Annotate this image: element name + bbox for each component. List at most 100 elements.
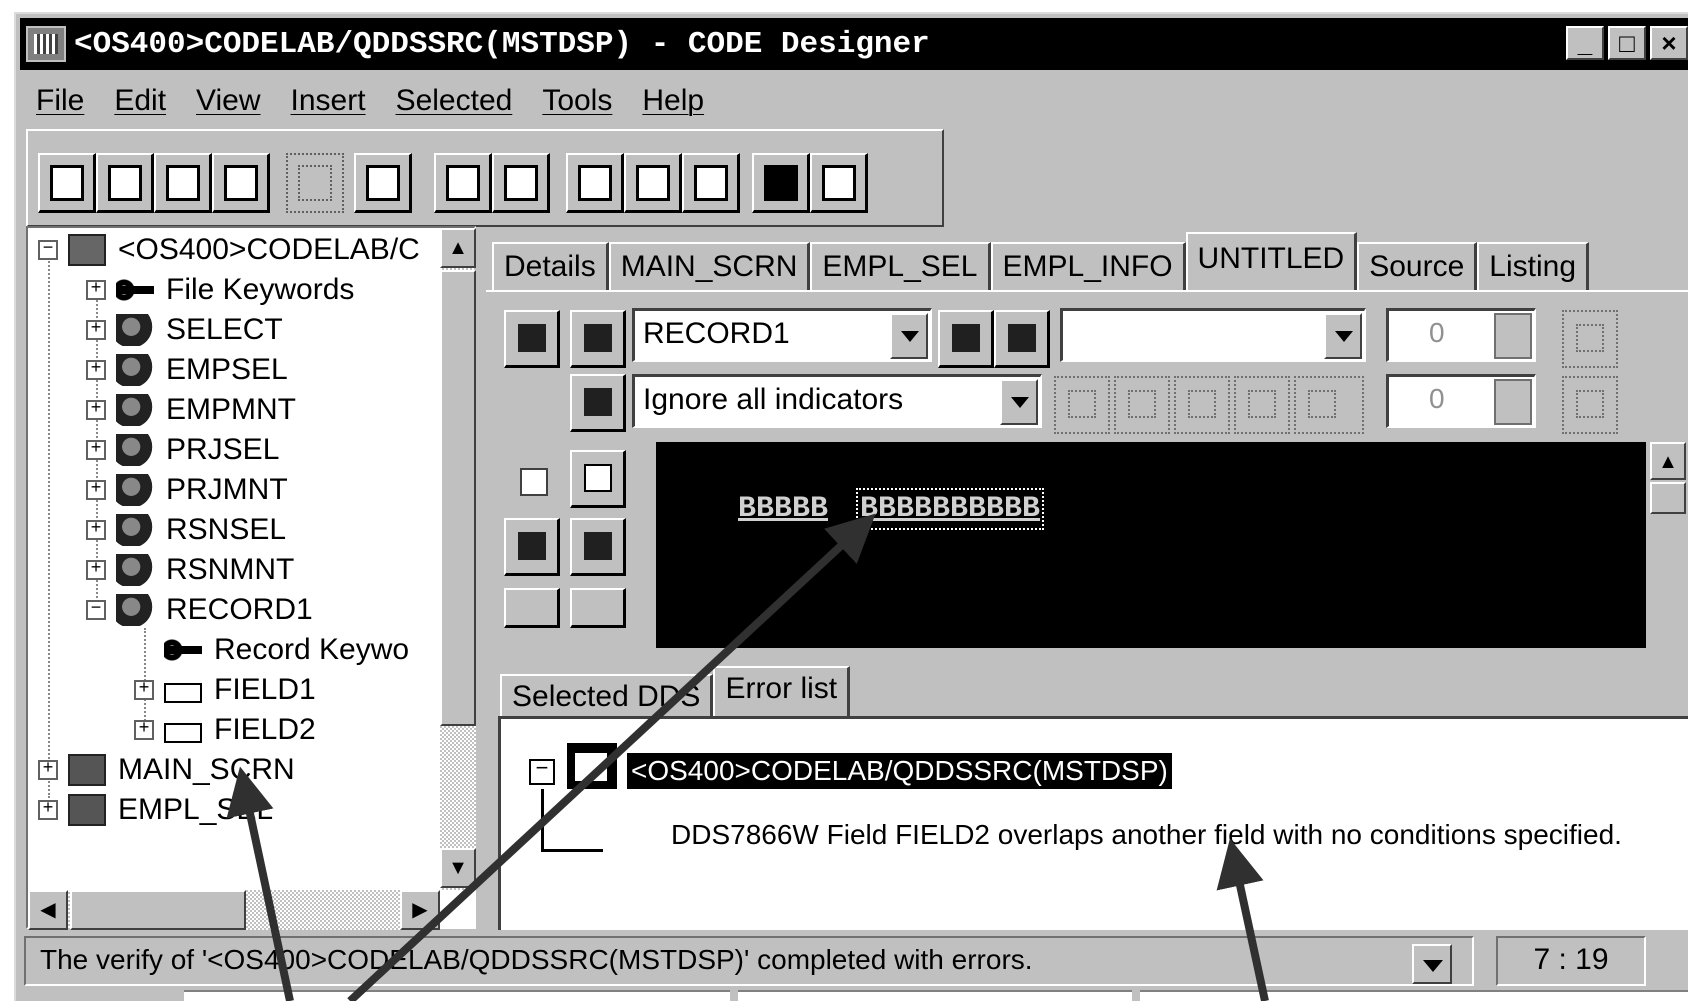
collapse-icon[interactable]: − [86,600,106,620]
menu-edit[interactable]: Edit [114,84,166,118]
expand-icon[interactable]: + [86,520,106,540]
collapse-icon[interactable]: − [38,240,58,260]
tab-selected-dds[interactable]: Selected DDS [500,674,714,720]
multi-field-tool-icon[interactable] [570,588,626,628]
tree-item-rsnmnt[interactable]: + RSNMNT [86,550,294,590]
record-globe-icon[interactable] [570,310,626,368]
design-canvas[interactable]: BBBBB BBBBBBBBBB [656,442,1646,648]
menu-selected[interactable]: Selected [396,84,513,118]
scroll-up-icon[interactable]: ▲ [1650,442,1686,480]
tree-item-empmnt[interactable]: + EMPMNT [86,390,296,430]
canvas-vertical-scrollbar[interactable]: ▲ [1650,442,1688,648]
expand-icon[interactable]: + [38,760,58,780]
tree-horizontal-scrollbar[interactable]: ◀ ▶ [28,890,440,930]
tree-item-field1[interactable]: + FIELD1 [134,670,316,710]
hscroll-thumb[interactable] [70,890,246,930]
scroll-thumb[interactable] [1650,482,1686,514]
scroll-right-icon[interactable]: ▶ [400,890,440,930]
scroll-left-icon[interactable]: ◀ [28,890,68,930]
expand-icon[interactable]: + [86,440,106,460]
keyword-icon[interactable] [624,153,682,213]
app-icon[interactable] [26,26,66,62]
tree-item-record1[interactable]: − RECORD1 [86,590,313,630]
expand-icon[interactable]: + [86,400,106,420]
tree-root[interactable]: − <OS400>CODELAB/C [38,230,420,270]
hourglass-icon[interactable] [1562,310,1618,368]
scroll-up-icon[interactable]: ▲ [440,228,476,268]
expand-icon[interactable]: + [134,680,154,700]
record-properties-icon[interactable] [504,310,560,368]
expand-icon[interactable]: + [86,320,106,340]
menu-insert[interactable]: Insert [291,84,366,118]
stamp-icon[interactable] [1114,376,1170,434]
field1-on-canvas[interactable]: BBBBB [738,492,828,526]
tag-icon[interactable] [810,153,868,213]
record-select[interactable]: RECORD1 [632,308,932,362]
disabled-dropdown-icon[interactable] [1294,376,1364,434]
menu-file[interactable]: File [36,84,84,118]
dropdown-arrow-icon[interactable] [890,313,928,359]
undo-icon[interactable] [286,153,344,213]
tree-item-file-keywords[interactable]: + File Keywords [86,270,354,310]
indicator-fraction-icon[interactable] [570,374,626,432]
close-button[interactable]: × [1650,26,1688,60]
expand-icon[interactable]: + [38,800,58,820]
verify-icon[interactable] [212,153,270,213]
maximize-button[interactable]: □ [1608,26,1646,60]
error-message[interactable]: DDS7866W Field FIELD2 overlaps another f… [671,819,1622,851]
error-source-member[interactable]: <OS400>CODELAB/QDDSSRC(MSTDSP) [627,753,1172,789]
stamp-up-icon[interactable] [1174,376,1230,434]
menu-help[interactable]: Help [642,84,704,118]
draw-icon[interactable] [1054,376,1110,434]
title-bar[interactable]: <OS400>CODELAB/QDDSSRC(MSTDSP) - CODE De… [20,18,1688,70]
tab-source[interactable]: Source [1357,242,1478,290]
checkbox[interactable] [520,468,548,496]
spin-updown-icon[interactable] [1494,379,1532,425]
grid-icon[interactable] [354,153,412,213]
info-icon[interactable] [752,153,810,213]
record-list-icon[interactable] [434,153,492,213]
scroll-thumb[interactable] [440,270,476,726]
record-edit-icon[interactable] [492,153,550,213]
scroll-down-icon[interactable]: ▼ [440,848,476,888]
menu-tools[interactable]: Tools [542,84,612,118]
minimize-button[interactable]: _ [1566,26,1604,60]
tree-item-field2[interactable]: + FIELD2 [134,710,316,750]
previous-record-icon[interactable] [938,310,994,368]
crosshair-icon[interactable] [1562,376,1618,434]
tab-empl-sel[interactable]: EMPL_SEL [810,242,991,290]
stamp-multi-icon[interactable] [1234,376,1290,434]
dropdown-arrow-icon[interactable] [1000,379,1038,425]
row-spinner[interactable]: 0 [1386,308,1536,362]
tab-details[interactable]: Details [492,242,609,290]
expand-icon[interactable]: + [86,560,106,580]
tree-item-empsel[interactable]: + EMPSEL [86,350,288,390]
expand-icon[interactable]: + [86,360,106,380]
print-icon[interactable] [96,153,154,213]
menu-view[interactable]: View [196,84,260,118]
dropdown-arrow-icon[interactable] [1324,313,1362,359]
tree-item-rsnsel[interactable]: + RSNSEL [86,510,286,550]
field2-on-canvas[interactable]: BBBBBBBBBB [855,488,1045,530]
tree-item-record-keywords[interactable]: Record Keywo [164,630,409,670]
column-spinner[interactable]: 0 [1386,374,1536,428]
tree-item-empl-sel[interactable]: + EMPL_SEL [38,790,273,830]
window-icon[interactable] [682,153,740,213]
tree-item-prjmnt[interactable]: + PRJMNT [86,470,288,510]
tree-vertical-scrollbar[interactable]: ▲ ▼ [440,228,476,890]
tab-untitled[interactable]: UNTITLED [1185,232,1358,290]
tab-error-list[interactable]: Error list [713,666,851,718]
expand-icon[interactable]: + [134,720,154,740]
secondary-select[interactable] [1060,308,1366,362]
expand-icon[interactable]: + [86,480,106,500]
text-field-tool-icon[interactable] [504,588,560,628]
spin-updown-icon[interactable] [1494,313,1532,359]
globe-tool-icon[interactable] [504,518,560,576]
collapse-icon[interactable]: − [529,759,555,785]
indicator-select[interactable]: Ignore all indicators [632,374,1042,428]
save-icon[interactable] [154,153,212,213]
tab-empl-info[interactable]: EMPL_INFO [990,242,1186,290]
next-record-icon[interactable] [994,310,1050,368]
field-list-icon[interactable] [566,153,624,213]
tree-item-main-scrn[interactable]: + MAIN_SCRN [38,750,295,790]
